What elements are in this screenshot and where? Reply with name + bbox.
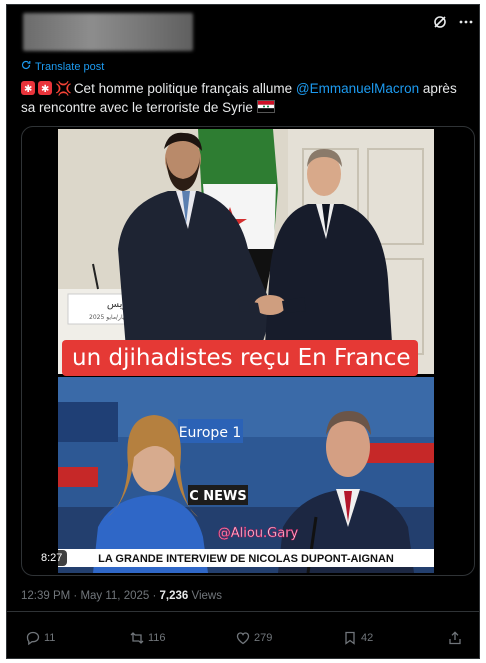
share-icon (447, 630, 463, 646)
lower-third-text: LA GRANDE INTERVIEW DE NICOLAS DUPONT-AI… (98, 553, 394, 565)
grok-icon[interactable] (433, 15, 447, 33)
like-count: 279 (254, 632, 273, 644)
mention-link[interactable]: @EmmanuelMacron (296, 81, 419, 96)
anger-emoji-icon: 💢 (55, 81, 72, 96)
watermark-text: @Aliou.Gary (218, 526, 299, 541)
siren-emoji-icon (38, 80, 52, 99)
reply-icon (25, 630, 41, 646)
post-meta: 12:39 PM · May 11, 2025 · 7,236 Views (21, 590, 222, 602)
like-button[interactable]: 279 (235, 630, 272, 646)
translate-icon (21, 60, 31, 73)
post-text-before: Cet homme politique français allume (73, 81, 296, 96)
translate-label: Translate post (35, 60, 105, 73)
repost-icon (129, 630, 145, 646)
divider (7, 611, 479, 612)
heart-icon (235, 630, 251, 646)
channel-logo-text: Europe 1 (179, 425, 242, 441)
more-icon[interactable] (459, 15, 473, 33)
reply-count: 11 (44, 632, 56, 644)
news-label: C NEWS (189, 489, 247, 504)
post-timestamp[interactable]: 12:39 PM · May 11, 2025 · (21, 590, 160, 602)
bookmark-count: 42 (361, 632, 374, 644)
views-label: Views (188, 590, 222, 602)
blurred-author-header[interactable] (23, 13, 193, 51)
reply-button[interactable]: 11 (25, 630, 55, 646)
views-count: 7,236 (159, 590, 189, 602)
video-duration: 8:27 (36, 550, 68, 566)
share-button[interactable] (447, 630, 463, 646)
video-player[interactable]: باريس الأربعاء 7 أيار/مايو 2025 (21, 126, 475, 576)
post-text: 💢Cet homme politique français allume @Em… (21, 79, 473, 117)
bookmark-button[interactable]: 42 (342, 630, 373, 646)
bookmark-icon (342, 630, 358, 646)
action-bar: 11 116 279 42 (7, 630, 479, 650)
post-card: Translate post 💢Cet homme politique fran… (6, 4, 480, 659)
repost-button[interactable]: 116 (129, 630, 166, 646)
video-frame-top: باريس الأربعاء 7 أيار/مايو 2025 (58, 129, 434, 374)
video-caption: un djihadistes reçu En France (62, 340, 418, 376)
video-frame-bottom: Europe 1 C NEWS LA GRANDE INTERVIEW DE N… (58, 377, 434, 573)
syria-flag-icon (256, 100, 275, 113)
translate-post-link[interactable]: Translate post (21, 60, 104, 73)
repost-count: 116 (148, 632, 166, 644)
siren-emoji-icon (21, 80, 35, 99)
